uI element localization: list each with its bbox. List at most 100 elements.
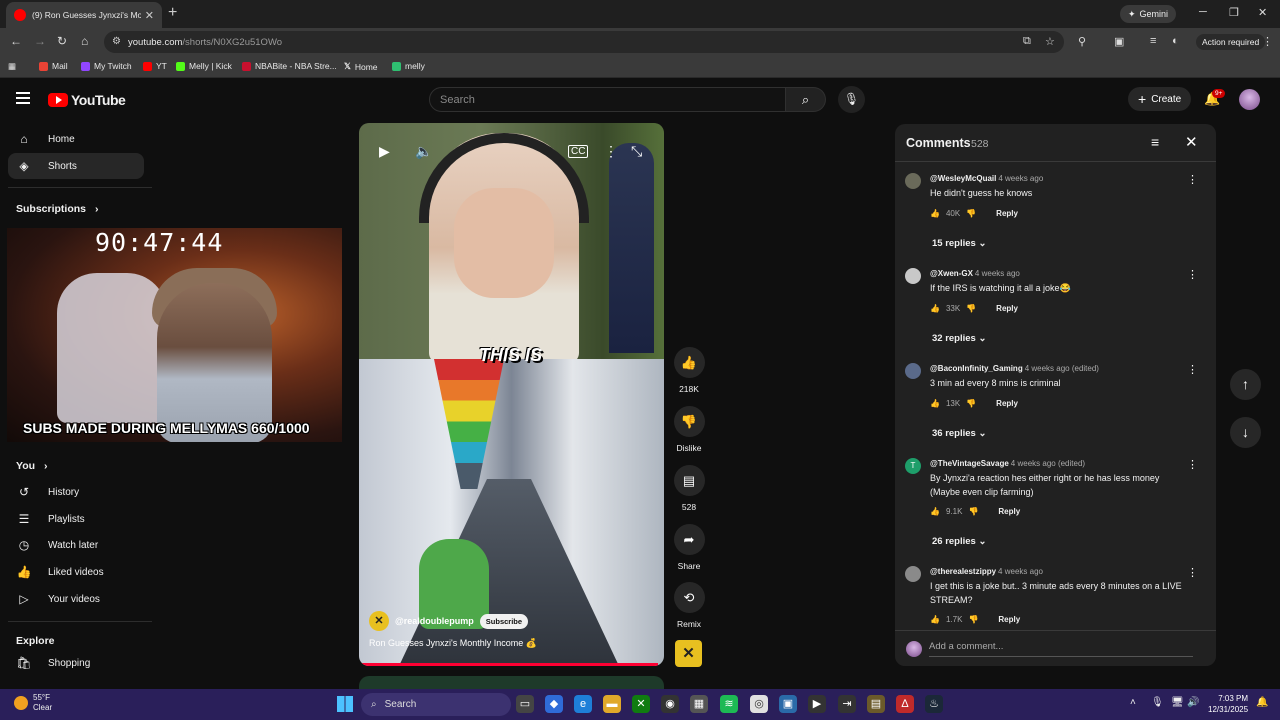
channel-name[interactable]: @realdoublepump	[395, 616, 474, 626]
split-view-icon[interactable]: ▣	[1114, 35, 1124, 48]
chrome-icon[interactable]: ◎	[750, 695, 768, 713]
app-icon[interactable]: ⇥	[838, 695, 856, 713]
thumbs-up-icon[interactable]: 👍	[930, 209, 940, 218]
gemini-button[interactable]: ✦ Gemini	[1120, 5, 1177, 23]
bookmark-yt[interactable]: YT	[143, 61, 167, 71]
like-button[interactable]: 👍 218K	[672, 347, 706, 394]
taskbar-clock[interactable]: 7:03 PM 12/31/2025	[1208, 693, 1248, 715]
search-button[interactable]: ⌕	[786, 87, 826, 112]
bookmark-nbabite[interactable]: NBABite - NBA Stre...	[242, 61, 337, 71]
thumbs-down-icon[interactable]: 👎	[966, 304, 976, 313]
account-avatar[interactable]	[1239, 89, 1260, 110]
thumbs-up-icon[interactable]: 👍	[930, 399, 940, 408]
close-tab-icon[interactable]: ✕	[145, 9, 154, 22]
replies-toggle[interactable]: 32 replies ⌄	[932, 333, 986, 344]
thumbs-down-icon[interactable]: 👎	[966, 399, 976, 408]
youtube-logo[interactable]: YouTube	[48, 92, 126, 108]
forward-icon[interactable]: →	[34, 34, 46, 48]
minimize-icon[interactable]: ─	[1199, 6, 1207, 18]
reload-icon[interactable]: ↻	[57, 34, 67, 48]
comment-author[interactable]: @BaconInfinity_Gaming	[930, 364, 1023, 373]
next-short-button[interactable]: ↓	[1230, 417, 1261, 448]
back-icon[interactable]: ←	[10, 34, 22, 48]
commenter-avatar[interactable]	[905, 363, 921, 379]
replies-toggle[interactable]: 36 replies ⌄	[932, 428, 986, 439]
extensions-icon[interactable]: ⚲	[1078, 35, 1086, 48]
copilot-icon[interactable]: ◆	[545, 695, 563, 713]
install-app-icon[interactable]: ⧉	[1023, 35, 1031, 48]
reply-button[interactable]: Reply	[996, 304, 1018, 313]
profile-icon[interactable]: ◐	[1172, 35, 1179, 47]
replies-toggle[interactable]: 15 replies ⌄	[932, 238, 986, 249]
weather-widget[interactable]: 55°F Clear	[14, 693, 52, 713]
media-icon[interactable]: ≡	[1150, 35, 1156, 47]
share-button[interactable]: ➦ Share	[672, 524, 706, 571]
sidebar-item-shorts[interactable]: ◈ Shorts	[8, 153, 144, 179]
search-input[interactable]: Search	[429, 87, 786, 112]
thumbs-down-icon[interactable]: 👎	[968, 615, 978, 624]
commenter-avatar[interactable]	[905, 268, 921, 284]
apps-grid-icon[interactable]: ▦	[8, 61, 16, 72]
volume-icon[interactable]: 🔊	[1187, 697, 1199, 708]
volume-icon[interactable]: 🔈	[415, 143, 432, 160]
sound-thumbnail[interactable]: ✕	[675, 640, 702, 667]
reply-button[interactable]: Reply	[998, 615, 1020, 624]
home-icon[interactable]: ⌂	[81, 34, 88, 48]
bookmark-star-icon[interactable]: ☆	[1045, 35, 1055, 48]
obs-icon[interactable]: ◉	[661, 695, 679, 713]
comment-more-icon[interactable]: ⋮	[1187, 566, 1198, 579]
windows-start-icon[interactable]	[337, 696, 353, 712]
sidebar-you-header[interactable]: You ›	[16, 460, 47, 472]
sidebar-item-liked-videos[interactable]: 👍 Liked videos	[8, 559, 144, 585]
close-window-icon[interactable]: ✕	[1258, 6, 1267, 19]
bookmark-home[interactable]: 𝕏 Home	[344, 61, 378, 72]
browser-tab[interactable]: (9) Ron Guesses Jynxzi's Monthly ✕	[6, 2, 162, 28]
game-app-icon[interactable]: ▤	[867, 695, 885, 713]
sidebar-item-history[interactable]: ↺ History	[8, 479, 144, 505]
shorts-video-player[interactable]: ▶ 🔈 CC ⋮ ⤡ THIS IS ✕ @realdoublepump Sub…	[359, 123, 664, 666]
bookmark-melly[interactable]: melly	[392, 61, 425, 71]
thumbs-up-icon[interactable]: 👍	[930, 615, 940, 624]
address-bar[interactable]: ⚙ youtube.com/shorts/N0XG2u51OWo	[104, 31, 1064, 53]
sidebar-item-playlists[interactable]: ☰ Playlists	[8, 506, 144, 532]
more-options-icon[interactable]: ⋮	[604, 143, 618, 160]
subscribe-button[interactable]: Subscribe	[479, 613, 529, 629]
menu-icon[interactable]	[16, 92, 30, 104]
photos-icon[interactable]: ▣	[779, 695, 797, 713]
comment-author[interactable]: @TheVintageSavage	[930, 459, 1009, 468]
remix-button[interactable]: ⟲ Remix	[672, 582, 706, 629]
bookmark-melly-kick[interactable]: Melly | Kick	[176, 61, 232, 71]
thumbs-down-icon[interactable]: 👎	[968, 507, 978, 516]
dislike-button[interactable]: 👎 Dislike	[672, 406, 706, 453]
reply-button[interactable]: Reply	[996, 399, 1018, 408]
captions-icon[interactable]: CC	[568, 145, 589, 158]
site-info-icon[interactable]: ⚙	[112, 36, 121, 47]
action-required-button[interactable]: Action required	[1196, 34, 1266, 50]
commenter-avatar[interactable]	[905, 566, 921, 582]
sidebar-item-shopping[interactable]: 🛍 Shopping	[8, 650, 144, 676]
edge-icon[interactable]: e	[574, 695, 592, 713]
steam-icon[interactable]: ♨	[925, 695, 943, 713]
taskbar-search[interactable]: ⌕ Search	[361, 693, 511, 716]
thumbs-up-icon[interactable]: 👍	[930, 304, 940, 313]
comment-author[interactable]: @therealestzippy	[930, 567, 996, 576]
create-button[interactable]: + Create	[1128, 87, 1192, 111]
comment-more-icon[interactable]: ⋮	[1187, 173, 1198, 186]
file-explorer-icon[interactable]: ▬	[603, 695, 621, 713]
previous-short-button[interactable]: ↑	[1230, 369, 1261, 400]
new-tab-icon[interactable]: +	[168, 4, 177, 22]
channel-avatar[interactable]: ✕	[369, 611, 389, 631]
restore-icon[interactable]: ❐	[1229, 6, 1239, 19]
microphone-icon[interactable]: 🎙	[1151, 697, 1164, 708]
commenter-avatar[interactable]	[905, 173, 921, 189]
comment-author[interactable]: @WesleyMcQuail	[930, 174, 996, 183]
network-icon[interactable]: 🖥	[1171, 697, 1184, 708]
notification-center-icon[interactable]: 🔔	[1256, 697, 1268, 708]
play-icon[interactable]: ▶	[379, 143, 390, 160]
store-icon[interactable]: ▦	[690, 695, 708, 713]
tray-chevron-icon[interactable]: ˄	[1130, 697, 1136, 708]
bookmark-mail[interactable]: Mail	[39, 61, 68, 71]
close-icon[interactable]: ✕	[1185, 133, 1198, 151]
comment-more-icon[interactable]: ⋮	[1187, 268, 1198, 281]
comments-button[interactable]: ▤ 528	[672, 465, 706, 512]
